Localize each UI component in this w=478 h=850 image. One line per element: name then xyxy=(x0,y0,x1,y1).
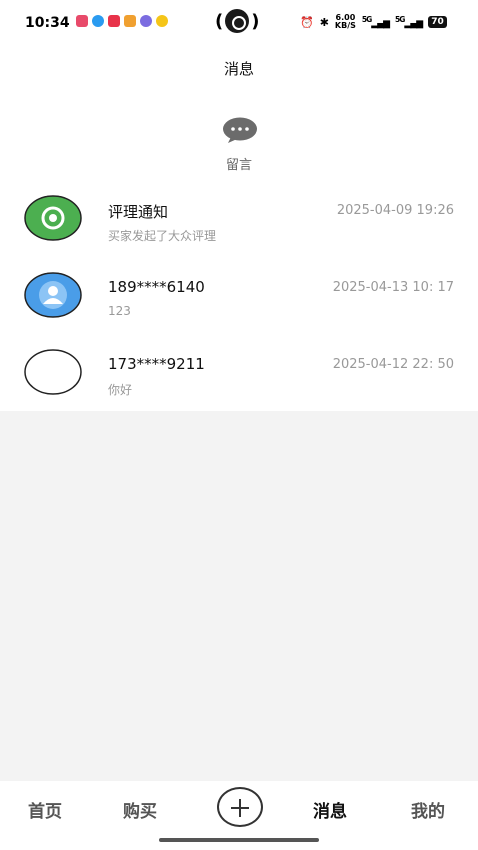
tab-buy[interactable]: 购买 xyxy=(123,797,157,822)
message-preview: 你好 xyxy=(108,383,133,397)
battery-icon: 70 xyxy=(428,16,447,28)
alarm-icon: ⏰ xyxy=(300,15,314,29)
message-preview: 买家发起了大众评理 xyxy=(108,229,217,243)
message-time: 2025-04-12 22: 50 xyxy=(332,357,454,372)
add-button[interactable] xyxy=(217,787,263,827)
app-notification-icon xyxy=(156,15,168,27)
signal-icon: 5G▂▄▆ xyxy=(361,15,390,29)
network-speed: 6.00 KB/S xyxy=(335,14,356,30)
message-title: 评理通知 xyxy=(108,203,169,221)
message-list: 评理通知 买家发起了大众评理 2025-04-09 19:26 189****6… xyxy=(0,180,478,411)
app-notification-icon xyxy=(76,15,88,27)
message-title: 173****9211 xyxy=(108,355,205,373)
app-notification-icon xyxy=(124,15,136,27)
tab-messages[interactable]: 消息 xyxy=(313,797,347,822)
app-notification-icon xyxy=(92,15,104,27)
page-header: 消息 xyxy=(0,44,478,92)
message-time: 2025-04-13 10: 17 xyxy=(332,280,454,295)
guestbook-label: 留言 xyxy=(225,158,252,173)
tab-mine[interactable]: 我的 xyxy=(411,797,445,822)
message-preview: 123 xyxy=(108,304,131,318)
user-icon xyxy=(24,272,82,318)
status-bar: 10:34 () ⏰ ✱ 6.00 KB/S 5G▂▄▆ 5G▂▄▆ 70 xyxy=(0,0,478,44)
message-row[interactable]: 173****9211 你好 2025-04-12 22: 50 xyxy=(0,334,478,411)
app-notification-icon xyxy=(108,15,120,27)
tab-home[interactable]: 首页 xyxy=(28,797,62,822)
signal-label: 5G xyxy=(361,15,372,24)
notification-icons xyxy=(76,15,168,27)
message-row[interactable]: 评理通知 买家发起了大众评理 2025-04-09 19:26 xyxy=(0,180,478,257)
message-time: 2025-04-09 19:26 xyxy=(336,203,454,218)
guestbook-entry[interactable]: 留言 xyxy=(0,92,478,180)
message-title: 189****6140 xyxy=(108,278,205,296)
message-row[interactable]: 189****6140 123 2025-04-13 10: 17 xyxy=(0,257,478,334)
status-time: 10:34 xyxy=(25,15,70,31)
front-camera: () xyxy=(215,9,260,33)
signal-label: 5G xyxy=(395,15,405,24)
signal-icon: 5G▂▄▆ xyxy=(395,15,423,29)
status-indicators: ⏰ ✱ 6.00 KB/S 5G▂▄▆ 5G▂▄▆ 70 xyxy=(300,14,447,30)
page-title: 消息 xyxy=(223,60,254,78)
chat-bubble-icon xyxy=(223,117,257,143)
shutter-icon xyxy=(24,195,82,241)
bluetooth-icon: ✱ xyxy=(319,15,329,29)
camera-icon xyxy=(225,9,250,33)
network-speed-unit: KB/S xyxy=(334,21,356,30)
app-notification-icon xyxy=(140,15,152,27)
empty-avatar xyxy=(24,349,82,395)
home-indicator[interactable] xyxy=(159,838,319,842)
